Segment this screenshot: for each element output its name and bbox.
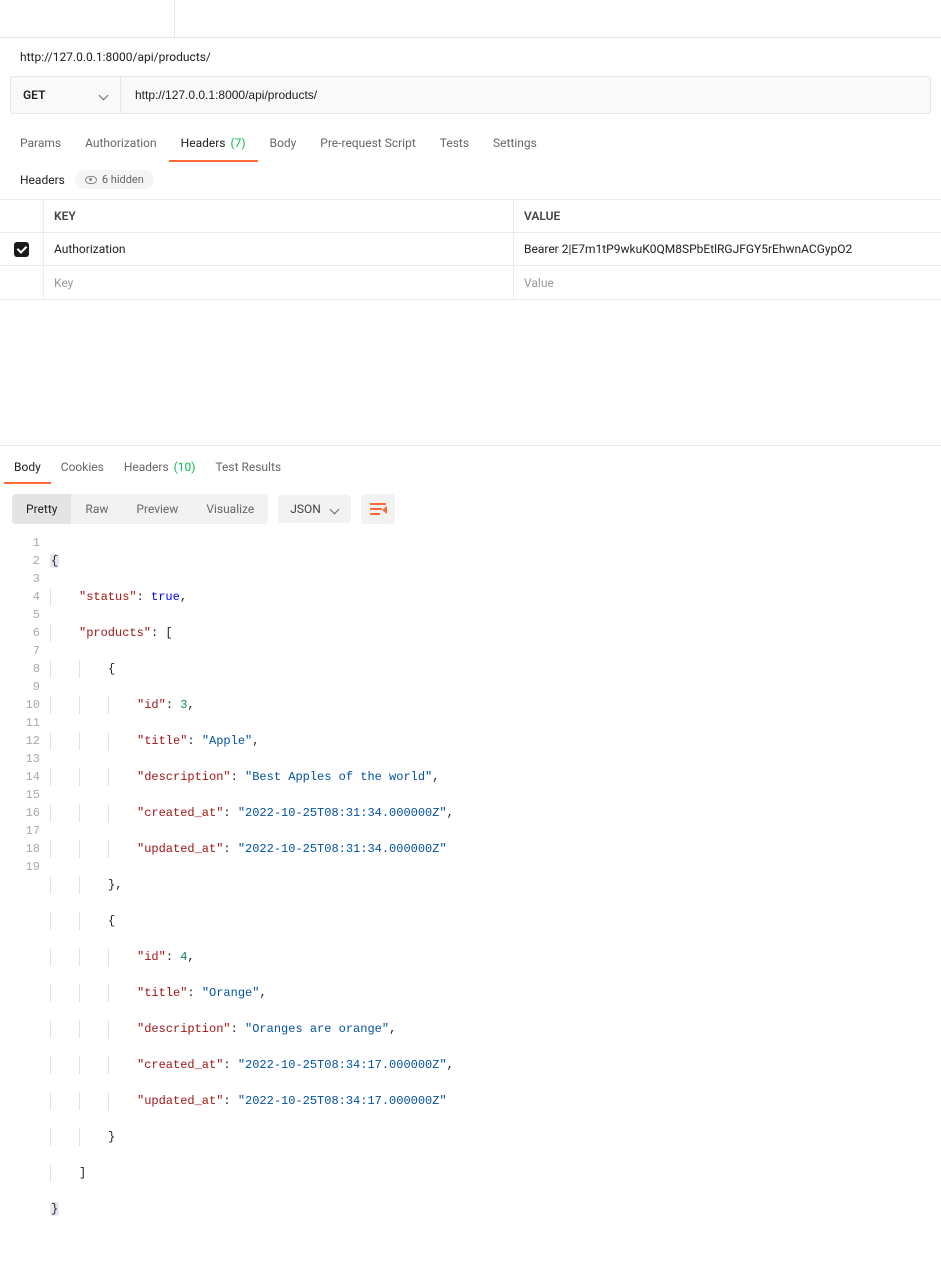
resp-tab-cookies[interactable]: Cookies bbox=[51, 450, 114, 484]
tab-settings[interactable]: Settings bbox=[481, 126, 549, 162]
tab-tests[interactable]: Tests bbox=[428, 126, 481, 162]
tab-headers[interactable]: Headers (7) bbox=[169, 126, 258, 162]
view-mode-group: Pretty Raw Preview Visualize bbox=[12, 494, 268, 524]
response-body[interactable]: 12345678910111213141516171819 { "status"… bbox=[0, 534, 941, 1264]
toggle-hidden-headers[interactable]: 6 hidden bbox=[75, 170, 154, 189]
resp-tab-test-results[interactable]: Test Results bbox=[205, 450, 291, 484]
hidden-count-label: 6 hidden bbox=[102, 173, 144, 186]
tab-body[interactable]: Body bbox=[258, 126, 309, 162]
headers-table-head: KEY VALUE bbox=[0, 200, 941, 233]
col-value: VALUE bbox=[514, 200, 941, 232]
request-name: http://127.0.0.1:8000/api/products/ bbox=[0, 38, 941, 68]
view-visualize[interactable]: Visualize bbox=[192, 494, 268, 524]
chevron-down-icon bbox=[329, 504, 339, 514]
resp-tab-body[interactable]: Body bbox=[4, 450, 51, 484]
header-key-input[interactable]: Key bbox=[44, 266, 514, 299]
header-value-input[interactable]: Value bbox=[514, 266, 941, 299]
row-checkbox[interactable] bbox=[14, 242, 29, 257]
view-pretty[interactable]: Pretty bbox=[12, 494, 71, 524]
tab-headers-label: Headers bbox=[181, 136, 226, 150]
tab-authorization[interactable]: Authorization bbox=[73, 126, 169, 162]
table-row-empty: Key Value bbox=[0, 266, 941, 299]
chevron-down-icon bbox=[98, 90, 108, 100]
table-row: Authorization Bearer 2|E7m1tP9wkuK0QM8SP… bbox=[0, 233, 941, 266]
tab-prerequest[interactable]: Pre-request Script bbox=[308, 126, 427, 162]
url-input[interactable] bbox=[121, 77, 930, 113]
response-tabs: Body Cookies Headers (10) Test Results bbox=[0, 446, 941, 484]
headers-subheader: Headers 6 hidden bbox=[0, 162, 941, 199]
request-bar: GET bbox=[0, 68, 941, 122]
resp-tab-headers-count: (10) bbox=[174, 460, 196, 474]
tab-request[interactable] bbox=[0, 0, 175, 37]
tab-headers-count: (7) bbox=[230, 136, 245, 150]
resp-tab-headers-label: Headers bbox=[124, 460, 169, 474]
resp-tab-headers[interactable]: Headers (10) bbox=[114, 450, 206, 484]
lang-select[interactable]: JSON bbox=[278, 495, 351, 523]
view-preview[interactable]: Preview bbox=[122, 494, 192, 524]
view-raw[interactable]: Raw bbox=[71, 494, 122, 524]
http-method-label: GET bbox=[23, 88, 45, 102]
headers-label: Headers bbox=[20, 173, 65, 187]
headers-table: KEY VALUE Authorization Bearer 2|E7m1tP9… bbox=[0, 199, 941, 300]
wrap-icon bbox=[370, 503, 386, 515]
line-gutter: 12345678910111213141516171819 bbox=[0, 534, 50, 1254]
http-method-select[interactable]: GET bbox=[11, 77, 121, 113]
lang-label: JSON bbox=[290, 502, 321, 516]
header-key-cell[interactable]: Authorization bbox=[44, 233, 514, 265]
request-tab-strip bbox=[0, 0, 941, 38]
wrap-lines-button[interactable] bbox=[361, 494, 395, 524]
response-toolbar: Pretty Raw Preview Visualize JSON bbox=[0, 484, 941, 534]
tab-params[interactable]: Params bbox=[8, 126, 73, 162]
col-key: KEY bbox=[44, 200, 514, 232]
header-value-cell[interactable]: Bearer 2|E7m1tP9wkuK0QM8SPbEtlRGJFGY5rEh… bbox=[514, 233, 941, 265]
json-code: { "status": true, "products": [ { "id": … bbox=[50, 534, 941, 1254]
request-config-tabs: Params Authorization Headers (7) Body Pr… bbox=[0, 126, 941, 162]
eye-icon bbox=[85, 176, 97, 184]
